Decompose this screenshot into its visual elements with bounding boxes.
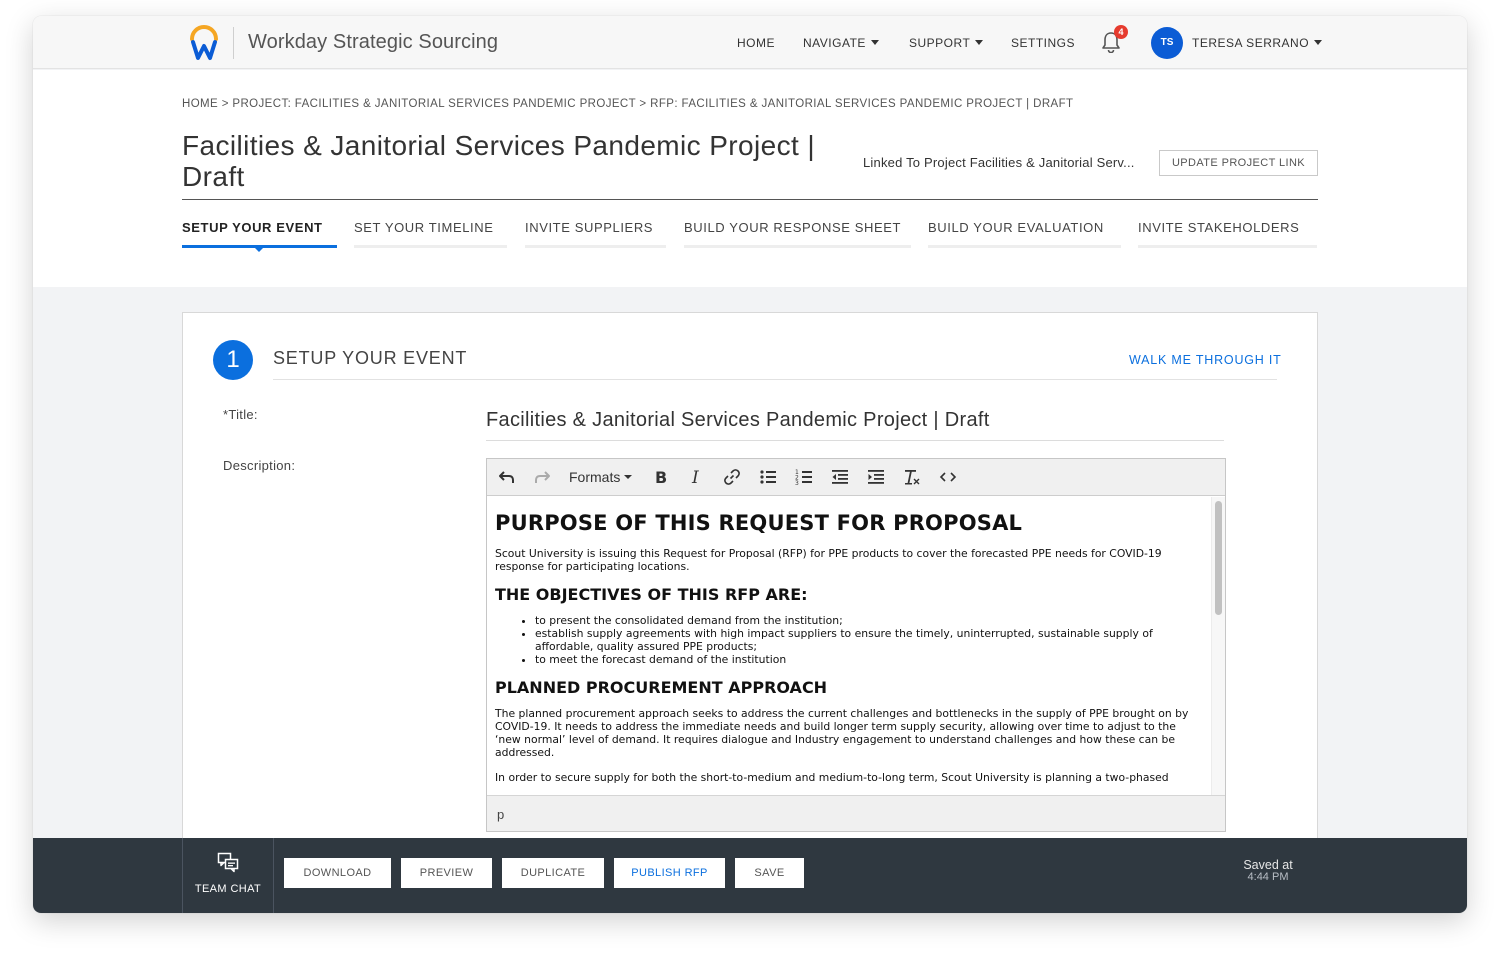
editor-statusbar: p [487,795,1225,831]
title-divider [182,199,1318,200]
numbered-list-icon[interactable]: 123 [795,468,813,488]
editor-heading-objectives: THE OBJECTIVES OF THIS RFP ARE: [495,585,808,604]
svg-text:I: I [691,468,699,486]
walk-me-through-link[interactable]: WALK ME THROUGH IT [1129,353,1282,367]
svg-text:B: B [655,468,667,486]
save-button[interactable]: SAVE [735,858,804,888]
nav-navigate-label: NAVIGATE [803,36,866,50]
description-editor: Formats B I 123 PURPOSE OF THIS REQUEST … [486,458,1226,832]
logo-divider [233,27,234,59]
nav-settings[interactable]: SETTINGS [1011,36,1075,50]
download-button[interactable]: DOWNLOAD [284,858,391,888]
app-name: Workday Strategic Sourcing [248,31,499,53]
active-tab-pointer [253,246,265,252]
indent-icon[interactable] [867,468,885,488]
saved-time: 4:44 PM [1247,871,1289,883]
divider [273,838,274,913]
section-title: SETUP YOUR EVENT [273,348,468,368]
italic-icon[interactable]: I [689,468,705,488]
avatar[interactable]: TS [1151,27,1183,59]
chevron-down-icon [870,40,879,45]
editor-paragraph: In order to secure supply for both the s… [495,771,1169,784]
undo-icon[interactable] [498,468,516,488]
page-header: HOME > PROJECT: FACILITIES & JANITORIAL … [33,70,1467,287]
step-number: 1 [213,340,253,380]
tab-invite-suppliers[interactable]: INVITE SUPPLIERS [525,220,666,248]
tab-set-your-timeline[interactable]: SET YOUR TIMELINE [354,220,507,248]
workday-logo-icon[interactable] [188,25,220,61]
breadcrumb[interactable]: HOME > PROJECT: FACILITIES & JANITORIAL … [182,98,1073,110]
element-path[interactable]: p [497,807,504,822]
chevron-down-icon [1314,40,1323,45]
tab-build-your-evaluation[interactable]: BUILD YOUR EVALUATION [928,220,1121,248]
editor-toolbar: Formats B I 123 [487,459,1225,496]
bottom-action-bar: TEAM CHAT DOWNLOAD PREVIEW DUPLICATE PUB… [33,838,1467,913]
formats-label: Formats [569,469,621,485]
nav-home[interactable]: HOME [737,36,775,50]
list-item: to present the consolidated demand from … [535,614,1203,627]
tab-build-your-response-sheet[interactable]: BUILD YOUR RESPONSE SHEET [684,220,911,248]
bold-icon[interactable]: B [653,468,669,488]
editor-content[interactable]: PURPOSE OF THIS REQUEST FOR PROPOSAL Sco… [487,497,1211,795]
formats-dropdown[interactable]: Formats [569,469,633,485]
saved-at-label: Saved at [1243,858,1293,872]
page-title: Facilities & Janitorial Services Pandemi… [182,130,816,192]
saved-status: Saved at 4:44 PM [1213,858,1323,883]
linked-project-text: Linked To Project Facilities & Janitoria… [863,155,1135,170]
nav-navigate[interactable]: NAVIGATE [803,36,879,50]
chevron-down-icon [975,40,984,45]
clear-formatting-icon[interactable] [903,468,921,488]
editor-objectives-list: to present the consolidated demand from … [535,614,1203,666]
section-divider [273,379,1277,380]
duplicate-button[interactable]: DUPLICATE [502,858,604,888]
description-label: Description: [223,458,296,473]
chat-icon [217,852,239,873]
tab-setup-your-event[interactable]: SETUP YOUR EVENT [182,220,337,248]
team-chat-label: TEAM CHAT [194,883,262,895]
publish-rfp-button[interactable]: PUBLISH RFP [614,858,725,888]
outdent-icon[interactable] [831,468,849,488]
link-icon[interactable] [723,468,741,488]
editor-heading-purpose: PURPOSE OF THIS REQUEST FOR PROPOSAL [495,511,1023,535]
redo-icon[interactable] [533,468,551,488]
app-window: Workday Strategic Sourcing HOME NAVIGATE… [33,16,1467,913]
editor-scrollbar[interactable] [1211,497,1225,795]
source-code-icon[interactable] [939,468,957,488]
team-chat-button[interactable]: TEAM CHAT [183,852,273,897]
editor-paragraph: The planned procurement approach seeks t… [495,707,1189,759]
list-item: establish supply agreements with high im… [535,627,1203,653]
svg-text:3: 3 [795,480,799,486]
title-label: *Title: [223,407,258,422]
tab-invite-stakeholders[interactable]: INVITE STAKEHOLDERS [1138,220,1317,248]
update-project-link-button[interactable]: UPDATE PROJECT LINK [1159,150,1318,176]
nav-support-label: SUPPORT [909,36,971,50]
editor-paragraph: Scout University is issuing this Request… [495,547,1162,573]
title-input[interactable]: Facilities & Janitorial Services Pandemi… [486,405,1224,441]
user-menu[interactable]: TERESA SERRANO [1192,36,1323,50]
bullet-list-icon[interactable] [759,468,777,488]
setup-event-card: 1 SETUP YOUR EVENT WALK ME THROUGH IT *T… [182,312,1318,872]
user-name: TERESA SERRANO [1192,36,1310,50]
editor-scroll-thumb[interactable] [1215,501,1222,615]
chevron-down-icon [624,475,633,479]
nav-support[interactable]: SUPPORT [909,36,984,50]
notification-badge: 4 [1114,25,1128,39]
top-nav: Workday Strategic Sourcing HOME NAVIGATE… [33,16,1467,69]
preview-button[interactable]: PREVIEW [401,858,492,888]
list-item: to meet the forecast demand of the insti… [535,653,1203,666]
editor-heading-approach: PLANNED PROCUREMENT APPROACH [495,678,828,697]
